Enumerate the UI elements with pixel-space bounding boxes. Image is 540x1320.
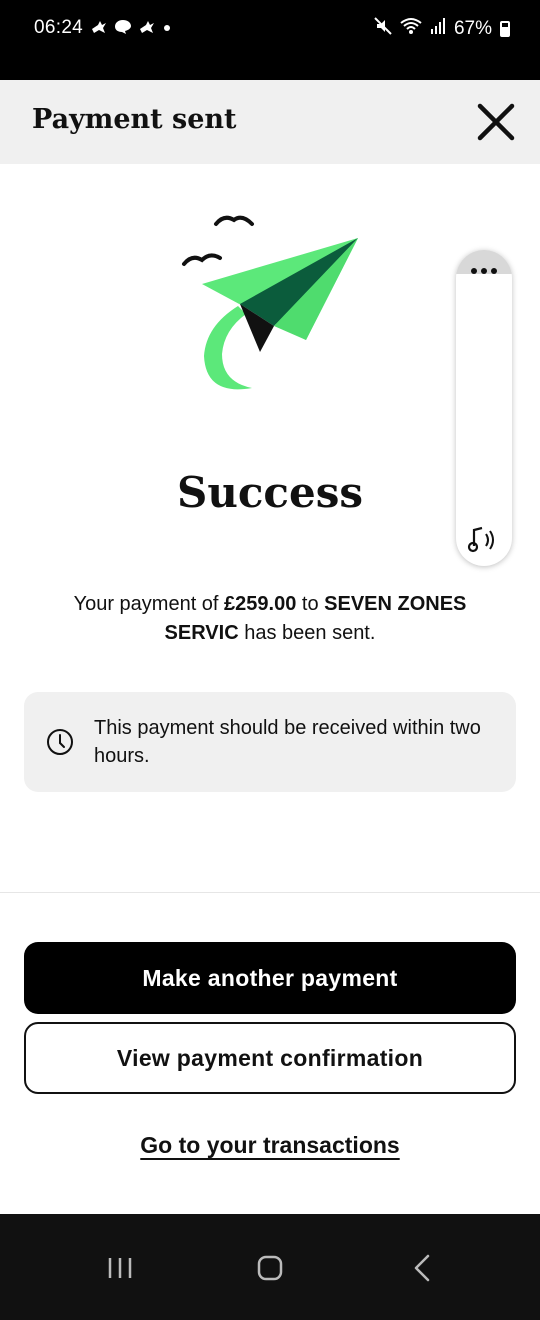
bird-icon (182, 253, 222, 266)
success-title: Success (176, 468, 364, 517)
status-right: 67% (374, 17, 510, 41)
home-button[interactable] (246, 1248, 294, 1288)
info-text: This payment should be received within t… (94, 717, 481, 767)
navigation-bar (0, 1214, 540, 1320)
recent-apps-button[interactable] (96, 1248, 144, 1288)
notification-icon (138, 19, 156, 40)
floating-side-panel[interactable] (456, 250, 512, 566)
view-payment-confirmation-button[interactable]: View payment confirmation (24, 1022, 516, 1094)
recent-apps-icon (108, 1258, 132, 1278)
close-icon (477, 103, 515, 141)
battery-icon (500, 21, 510, 37)
dot-icon (162, 19, 172, 40)
paper-plane-illustration (182, 215, 358, 390)
message-text: to (296, 593, 325, 615)
payment-amount: £259.00 (224, 593, 297, 615)
wifi-icon (400, 17, 422, 41)
payment-message: Your payment of £259.00 to SEVEN ZONES S… (40, 590, 500, 648)
close-button[interactable] (472, 98, 520, 146)
clock-icon (47, 729, 73, 755)
chat-icon (114, 19, 132, 40)
go-to-transactions-link[interactable]: Go to your transactions (0, 1132, 540, 1159)
notification-icon (90, 19, 108, 40)
divider (0, 892, 540, 893)
message-text: has been sent. (238, 622, 376, 644)
status-time: 06:24 (34, 17, 84, 38)
back-button[interactable] (398, 1248, 446, 1288)
status-left-icons (90, 19, 172, 40)
message-text: Your payment of (73, 593, 225, 615)
mute-icon (374, 17, 392, 41)
sound-icon[interactable] (466, 522, 502, 558)
more-icon[interactable] (468, 266, 500, 276)
make-another-payment-button[interactable]: Make another payment (24, 942, 516, 1014)
battery-percent: 67% (453, 18, 492, 39)
info-card: This payment should be received within t… (24, 692, 516, 792)
trail-shape (204, 306, 252, 390)
signal-icon (430, 17, 446, 41)
status-bar: 06:24 67% (0, 0, 540, 80)
back-icon (414, 1254, 430, 1282)
home-icon (257, 1255, 283, 1281)
bird-icon (214, 215, 254, 226)
header: Payment sent (0, 80, 540, 164)
page-title: Payment sent (32, 104, 237, 135)
